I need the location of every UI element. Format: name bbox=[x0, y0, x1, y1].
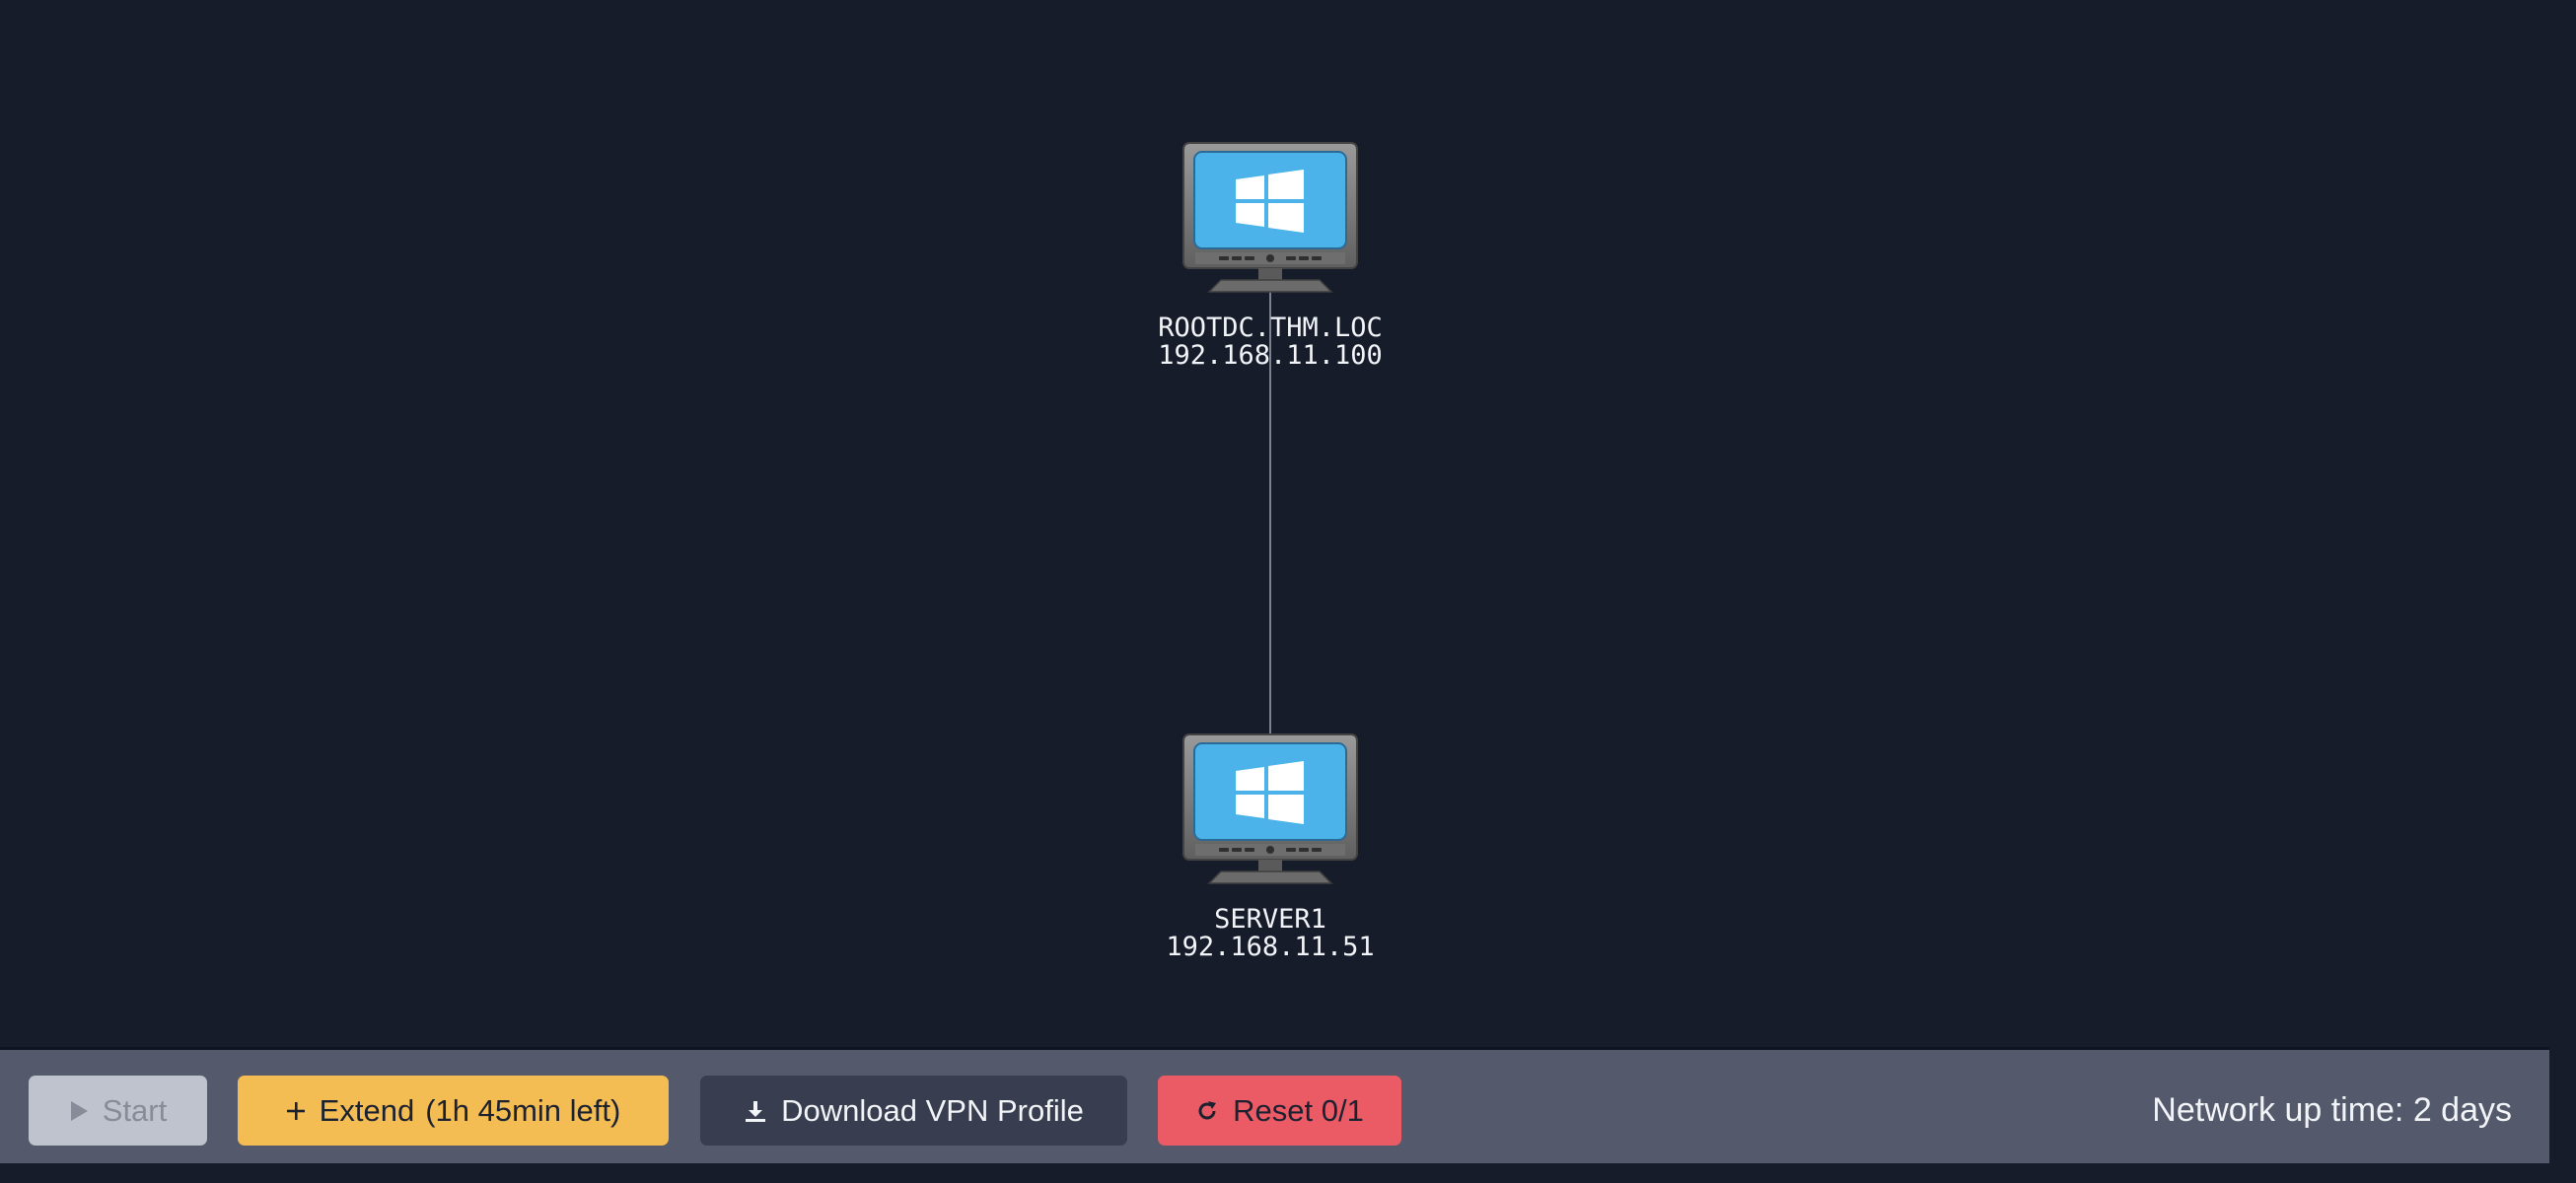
node-ip: 192.168.11.51 bbox=[1166, 932, 1375, 962]
network-uptime: Network up time: 2 days bbox=[2152, 1091, 2512, 1129]
machine-control-bar: Start Extend (1h 45min left) Download VP… bbox=[0, 1047, 2549, 1163]
reset-label: Reset 0/1 bbox=[1233, 1092, 1364, 1128]
start-label: Start bbox=[102, 1092, 168, 1128]
refresh-icon bbox=[1195, 1099, 1219, 1123]
download-vpn-label: Download VPN Profile bbox=[781, 1092, 1084, 1128]
extend-button[interactable]: Extend (1h 45min left) bbox=[238, 1076, 669, 1146]
node-hostname: ROOTDC.THM.LOC bbox=[1158, 313, 1383, 343]
windows-monitor-icon bbox=[1182, 142, 1358, 293]
download-icon bbox=[744, 1099, 767, 1123]
download-vpn-button[interactable]: Download VPN Profile bbox=[700, 1076, 1127, 1146]
node-ip: 192.168.11.100 bbox=[1158, 340, 1383, 371]
extend-time-remaining: (1h 45min left) bbox=[425, 1092, 621, 1128]
play-icon bbox=[69, 1100, 89, 1122]
windows-monitor-icon bbox=[1182, 733, 1358, 884]
start-button[interactable]: Start bbox=[29, 1076, 207, 1146]
node-rootdc[interactable]: ROOTDC.THM.LOC 192.168.11.100 bbox=[1073, 141, 1467, 370]
reset-button[interactable]: Reset 0/1 bbox=[1158, 1076, 1401, 1146]
plus-icon bbox=[286, 1101, 306, 1121]
node-server1[interactable]: SERVER1 192.168.11.51 bbox=[1073, 732, 1467, 961]
network-map: ROOTDC.THM.LOC 192.168.11.100 SERVER1 19… bbox=[0, 0, 2576, 1047]
extend-label: Extend bbox=[319, 1092, 415, 1128]
background-strip bbox=[0, 1163, 2576, 1183]
node-hostname: SERVER1 bbox=[1214, 904, 1326, 935]
